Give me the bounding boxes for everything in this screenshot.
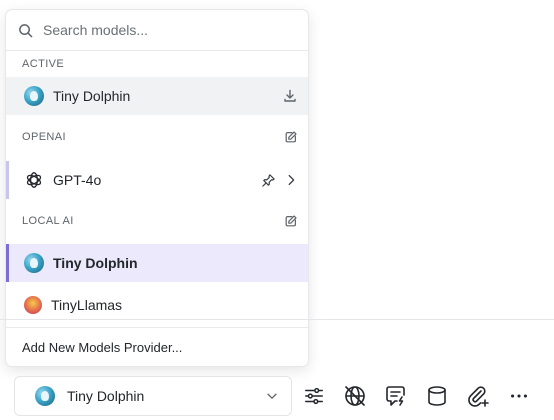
cylinder-icon[interactable] [425,384,449,408]
dolphin-avatar-icon [24,253,44,273]
add-models-provider-link[interactable]: Add New Models Provider... [22,340,182,355]
edit-icon[interactable] [284,130,298,144]
attach-plus-icon[interactable] [466,384,490,408]
section-title: OPENAI [22,131,66,143]
model-label: GPT-4o [53,172,102,188]
search-bar [6,10,308,51]
chevron-right-icon[interactable] [284,173,298,187]
model-selector-label: Tiny Dolphin [67,388,145,404]
edit-icon[interactable] [284,214,298,228]
search-icon [18,23,33,38]
local-model-row[interactable]: Tiny Dolphin [6,244,308,282]
row-accent [6,161,9,199]
active-model-row[interactable]: Tiny Dolphin [6,77,308,115]
sliders-icon[interactable] [302,384,326,408]
search-input[interactable] [41,21,285,39]
divider [6,327,308,328]
composer-toolbar [302,381,531,411]
message-bolt-icon[interactable] [384,384,408,408]
globe-off-icon[interactable] [343,384,367,408]
llama-avatar-icon [24,296,42,314]
dolphin-avatar-icon [35,386,55,406]
openai-model-row[interactable]: GPT-4o [6,161,308,199]
section-local-ai-header: LOCAL AI [6,211,308,231]
section-active-header: ACTIVE [6,54,308,74]
divider [0,319,554,320]
section-title: ACTIVE [22,58,65,70]
model-label: Tiny Dolphin [53,255,138,271]
section-title: LOCAL AI [22,215,74,227]
model-label: TinyLlamas [51,297,123,313]
download-icon[interactable] [282,88,298,104]
model-label: Tiny Dolphin [53,88,131,104]
model-selector[interactable]: Tiny Dolphin [14,376,292,416]
more-icon[interactable] [507,384,531,408]
openai-logo-icon [24,170,44,190]
section-openai-header: OPENAI [6,127,308,147]
chevron-down-icon [265,389,279,403]
dolphin-avatar-icon [24,86,44,106]
row-accent [6,244,9,282]
pin-icon[interactable] [261,173,276,188]
model-dropdown: ACTIVE Tiny Dolphin OPENAI [5,9,309,367]
